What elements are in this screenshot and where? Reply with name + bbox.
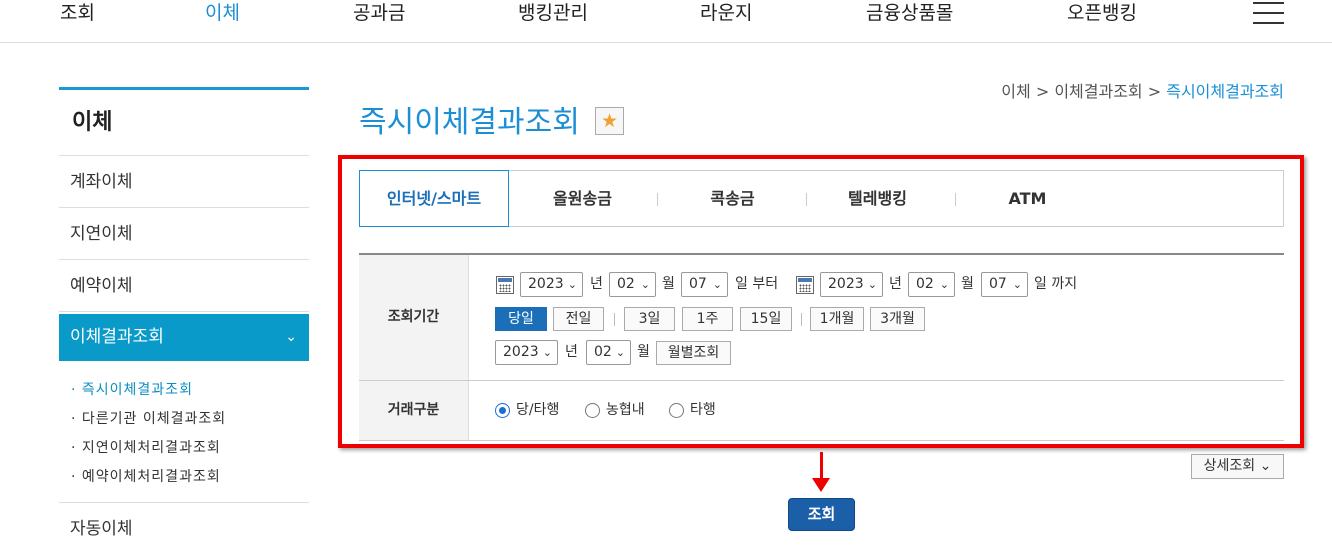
sidebar-item-scheduled-transfer[interactable]: 예약이체 [59,260,309,312]
1week-button[interactable]: 1주 [682,307,733,331]
start-year-select[interactable]: 2023 ⌄ [520,272,583,297]
today-button[interactable]: 당일 [495,307,547,331]
nav-banking-mgmt[interactable]: 뱅킹관리 [518,0,588,26]
button-divider [801,313,802,326]
month-unit: 월 [961,276,974,292]
radio-all-banks[interactable] [495,403,510,418]
radio-nonghyup[interactable] [585,403,600,418]
search-form: 조회기간 2023 ⌄ 년 02 ⌄ 월 07 ⌄ 일 부터 2023 ⌄ 년 02 ⌄ … [359,253,1284,441]
tab-telebanking[interactable]: 텔레뱅킹 [805,171,950,226]
detail-search-button[interactable]: 상세조회 ⌄ [1191,454,1284,479]
nav-product-mall[interactable]: 금융상품몰 [866,0,953,26]
from-text: 일 부터 [735,276,779,292]
radio-other-bank[interactable] [669,403,684,418]
radio-label: 당/타행 [516,402,560,418]
year-unit: 년 [565,344,578,360]
1month-button[interactable]: 1개월 [810,307,864,331]
3days-button[interactable]: 3일 [624,307,675,331]
nav-open-banking[interactable]: 오픈뱅킹 [1067,0,1137,26]
sidebar-item-auto-transfer[interactable]: 자동이체 [59,503,309,549]
menu-icon[interactable] [1253,2,1284,24]
period-label: 조회기간 [359,255,469,380]
end-month-select[interactable]: 02 ⌄ [908,272,955,297]
nav-utility[interactable]: 공과금 [353,0,405,26]
sidebar: 이체 계좌이체 지연이체 예약이체 이체결과조회 ⌄ · 즉시이체결과조회 · … [59,87,309,549]
yesterday-button[interactable]: 전일 [553,307,604,331]
nav-transfer[interactable]: 이체 [205,0,240,26]
end-day-select[interactable]: 07 ⌄ [981,272,1028,297]
sidebar-item-account-transfer[interactable]: 계좌이체 [59,156,309,208]
breadcrumb-current: 즉시이체결과조회 [1166,82,1284,101]
monthly-inquiry-button[interactable]: 월별조회 [656,341,731,365]
breadcrumb-item[interactable]: 이체결과조회 [1054,82,1142,101]
radio-label: 타행 [690,402,716,418]
year-unit: 년 [590,276,603,292]
button-divider [614,313,615,326]
sidebar-title: 이체 [59,90,309,156]
start-month-select[interactable]: 02 ⌄ [609,272,656,297]
star-icon[interactable]: ★ [595,107,624,135]
tab-divider [657,193,658,206]
sidebar-sub-instant-results[interactable]: · 즉시이체결과조회 [71,376,309,405]
tab-allone-send[interactable]: 올원송금 [510,171,655,226]
breadcrumb: 이체 > 이체결과조회 > 즉시이체결과조회 [1001,78,1284,102]
start-day-select[interactable]: 07 ⌄ [681,272,728,297]
3months-button[interactable]: 3개월 [870,307,925,331]
nav-inquiry[interactable]: 조회 [60,0,95,26]
breadcrumb-separator: > [1035,82,1050,101]
sidebar-sub-delayed-results[interactable]: · 지연이체처리결과조회 [71,434,309,463]
sidebar-sub-scheduled-results[interactable]: · 예약이체처리결과조회 [71,463,309,492]
calendar-icon[interactable] [796,276,814,294]
monthly-year-select[interactable]: 2023 ⌄ [495,340,558,365]
month-unit: 월 [662,276,675,292]
sidebar-item-transfer-results[interactable]: 이체결과조회 ⌄ [59,314,309,361]
calendar-icon[interactable] [496,276,514,294]
page-title: 즉시이체결과조회 [359,105,580,140]
top-navigation: 조회 이체 공과금 뱅킹관리 라운지 금융상품몰 오픈뱅킹 [0,0,1332,43]
monthly-month-select[interactable]: 02 ⌄ [586,340,631,365]
15days-button[interactable]: 15일 [740,307,792,331]
tab-internet-smart[interactable]: 인터넷/스마트 [359,170,509,227]
annotation-arrow-head [812,478,830,492]
to-text: 일 까지 [1034,276,1078,292]
sidebar-submenu: · 즉시이체결과조회 · 다른기관 이체결과조회 · 지연이체처리결과조회 · … [59,361,309,503]
radio-label: 농협내 [606,402,645,418]
search-button[interactable]: 조회 [788,498,855,531]
tab-atm[interactable]: ATM [955,171,1100,226]
breadcrumb-item[interactable]: 이체 [1001,82,1030,101]
type-label: 거래구분 [359,381,469,440]
nav-lounge[interactable]: 라운지 [700,0,752,26]
tab-kok-send[interactable]: 콕송금 [660,171,805,226]
type-row: 거래구분 당/타행 농협내 타행 [359,381,1284,441]
sidebar-item-label: 이체결과조회 [70,327,164,347]
chevron-down-icon: ⌄ [1259,458,1272,474]
breadcrumb-separator: > [1147,82,1162,101]
sidebar-sub-other-institution[interactable]: · 다른기관 이체결과조회 [71,405,309,434]
chevron-down-icon: ⌄ [285,329,297,345]
sidebar-item-delayed-transfer[interactable]: 지연이체 [59,208,309,260]
month-unit: 월 [637,344,650,360]
tab-bar: 인터넷/스마트 올원송금 콕송금 텔레뱅킹 ATM [359,170,1284,227]
period-row: 조회기간 2023 ⌄ 년 02 ⌄ 월 07 ⌄ 일 부터 2023 ⌄ 년 02 ⌄ … [359,255,1284,381]
end-year-select[interactable]: 2023 ⌄ [820,272,883,297]
year-unit: 년 [889,276,902,292]
